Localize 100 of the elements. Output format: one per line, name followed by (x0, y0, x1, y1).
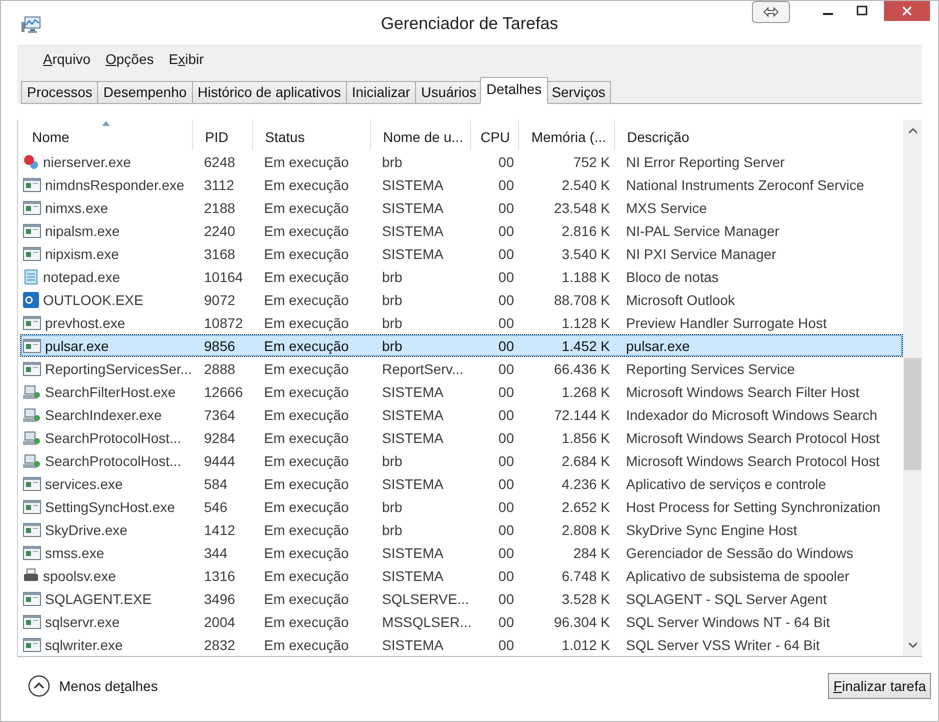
table-cell: 1.012 K (562, 636, 610, 652)
process-row[interactable]: sqlservr.exe 2004 Em execução MSSQLSER... 00 96.304 K SQL Server Windows NT - 64 Bit (20, 610, 903, 633)
table-cell: Em execução (264, 360, 349, 376)
process-row[interactable]: SearchIndexer.exe 7364 Em execução SISTEMA 00 72.144 K Indexador do Microsoft Windows Search (20, 403, 903, 426)
process-row[interactable]: SearchFilterHost.exe 12666 Em execução SISTEMA 00 1.268 K Microsoft Windows Search Filter Host (20, 380, 903, 403)
table-cell: 2.540 K (562, 176, 610, 192)
table-cell: 2004 (204, 614, 236, 630)
process-row[interactable]: nierserver.exe 6248 Em execução brb 00 752 K NI Error Reporting Server (20, 150, 903, 173)
tab[interactable]: Processos (21, 81, 98, 104)
table-cell: Em execução (264, 430, 349, 446)
table-cell: SearchIndexer.exe (45, 406, 162, 422)
tab[interactable]: Detalhes (480, 77, 548, 104)
window-icon (23, 500, 41, 514)
process-row[interactable]: SQLAGENT.EXE 3496 Em execução SQLSERVE... 00 3.528 K SQLAGENT - SQL Server Agent (20, 587, 903, 610)
process-row[interactable]: sqlwriter.exe 2832 Em execução SISTEMA 00 1.012 K SQL Server VSS Writer - 64 Bit (20, 633, 903, 656)
column-header[interactable]: Memória (... (519, 120, 615, 150)
table-cell: spoolsv.exe (43, 568, 116, 584)
table-cell: 00 (498, 452, 514, 468)
table-cell: 284 K (573, 544, 610, 560)
process-row[interactable]: services.exe 584 Em execução SISTEMA 00 4.236 K Aplicativo de serviços e controle (20, 472, 903, 495)
table-cell: Em execução (264, 176, 349, 192)
tab[interactable]: Histórico de aplicativos (192, 81, 346, 104)
process-row[interactable]: smss.exe 344 Em execução SISTEMA 00 284 K Gerenciador de Sessão do Windows (20, 541, 903, 564)
process-row[interactable]: nimdnsResponder.exe 3112 Em execução SISTEMA 00 2.540 K National Instruments Zeroconf Service (20, 173, 903, 196)
process-row[interactable]: SearchProtocolHost... 9284 Em execução SISTEMA 00 1.856 K Microsoft Windows Search Protocol Host (20, 426, 903, 449)
column-header[interactable]: Status (253, 120, 371, 150)
table-cell: SQLAGENT.EXE (45, 590, 152, 606)
column-header[interactable]: Descrição (615, 120, 903, 150)
table-cell: 1.268 K (562, 384, 610, 400)
scroll-up-icon[interactable] (908, 128, 918, 134)
process-row[interactable]: pulsar.exe 9856 Em execução brb 00 1.452 K pulsar.exe (20, 334, 903, 357)
table-cell: 10164 (204, 268, 243, 284)
process-row[interactable]: ReportingServicesSer... 2888 Em execução ReportServ... 00 66.436 K Reporting Services Service (20, 357, 903, 380)
table-cell: 2.808 K (562, 522, 610, 538)
table-cell: SISTEMA (382, 384, 444, 400)
table-cell: NI-PAL Service Manager (626, 222, 780, 238)
table-cell: Aplicativo de subsistema de spooler (626, 568, 850, 584)
table-cell: Em execução (264, 452, 349, 468)
table-cell: Em execução (264, 636, 349, 652)
table-cell: Host Process for Setting Synchronization (626, 498, 880, 514)
table-cell: SQLAGENT - SQL Server Agent (626, 590, 827, 606)
column-header[interactable]: Nome de u... (371, 120, 471, 150)
fewer-details-link[interactable]: Menos detalhes (59, 678, 158, 694)
process-row[interactable]: prevhost.exe 10872 Em execução brb 00 1.128 K Preview Handler Surrogate Host (20, 311, 903, 334)
table-cell: Microsoft Outlook (626, 292, 735, 308)
menu-item[interactable]: Opções (105, 49, 154, 69)
process-row[interactable]: OUTLOOK.EXE 9072 Em execução brb 00 88.708 K Microsoft Outlook (20, 288, 903, 311)
table-cell: 00 (498, 360, 514, 376)
process-row[interactable]: SearchProtocolHost... 9444 Em execução brb 00 2.684 K Microsoft Windows Search Protocol Host (20, 449, 903, 472)
tab[interactable]: Desempenho (97, 81, 192, 104)
table-cell: 00 (498, 314, 514, 330)
table-cell: nipalsm.exe (45, 222, 120, 238)
scrollbar[interactable] (903, 120, 922, 656)
process-row[interactable]: SkyDrive.exe 1412 Em execução brb 00 2.808 K SkyDrive Sync Engine Host (20, 518, 903, 541)
table-cell: brb (382, 338, 402, 354)
close-button[interactable] (884, 1, 930, 21)
table-cell: 1316 (204, 568, 236, 584)
window-title: Gerenciador de Tarefas (380, 14, 560, 34)
table-cell: 2888 (204, 360, 236, 376)
table-cell: SearchFilterHost.exe (45, 384, 176, 400)
menu-item[interactable]: Exibir (168, 49, 204, 69)
table-cell: nierserver.exe (43, 154, 131, 170)
table-cell: 00 (498, 268, 514, 284)
table-cell: Em execução (264, 292, 349, 308)
process-row[interactable]: spoolsv.exe 1316 Em execução SISTEMA 00 6.748 K Aplicativo de subsistema de spooler (20, 564, 903, 587)
collapse-chevron-icon[interactable] (28, 675, 50, 697)
column-header[interactable]: PID (193, 120, 253, 150)
table-cell: 72.144 K (554, 406, 610, 422)
table-cell: brb (382, 292, 402, 308)
table-cell: 752 K (573, 154, 610, 170)
process-row[interactable]: nipxism.exe 3168 Em execução SISTEMA 00 3.540 K NI PXI Service Manager (20, 242, 903, 265)
process-row[interactable]: notepad.exe 10164 Em execução brb 00 1.188 K Bloco de notas (20, 265, 903, 288)
process-row[interactable]: nimxs.exe 2188 Em execução SISTEMA 00 23.548 K MXS Service (20, 196, 903, 219)
table-cell: 88.708 K (554, 292, 610, 308)
table-cell: SQL Server VSS Writer - 64 Bit (626, 636, 820, 652)
table-cell: services.exe (45, 476, 123, 492)
table-cell: ReportServ... (382, 360, 464, 376)
table-cell: 00 (498, 498, 514, 514)
process-row[interactable]: nipalsm.exe 2240 Em execução SISTEMA 00 2.816 K NI-PAL Service Manager (20, 219, 903, 242)
table-cell: smss.exe (45, 544, 104, 560)
menu-item[interactable]: Arquivo (43, 49, 90, 69)
table-cell: Microsoft Windows Search Protocol Host (626, 452, 880, 468)
table-cell: SkyDrive.exe (45, 522, 128, 538)
resize-arrows-button[interactable] (752, 1, 790, 23)
tab[interactable]: Serviços (546, 81, 612, 104)
end-task-button[interactable]: Finalizar tarefa (828, 673, 931, 699)
window-icon (23, 546, 41, 560)
process-row[interactable]: SettingSyncHost.exe 546 Em execução brb 00 2.652 K Host Process for Setting Synchronization (20, 495, 903, 518)
scroll-down-icon[interactable] (908, 642, 918, 648)
table-cell: 3.540 K (562, 246, 610, 262)
column-header[interactable]: CPU (471, 120, 519, 150)
computer-search-icon (23, 384, 41, 400)
printer-icon (23, 568, 39, 584)
column-header[interactable]: Nome (20, 120, 193, 150)
table-cell: 00 (498, 522, 514, 538)
tab[interactable]: Inicializar (346, 81, 416, 104)
scrollbar-thumb[interactable] (904, 358, 921, 470)
table-cell: 66.436 K (554, 360, 610, 376)
table-cell: 00 (498, 176, 514, 192)
tab[interactable]: Usuários (415, 81, 482, 104)
